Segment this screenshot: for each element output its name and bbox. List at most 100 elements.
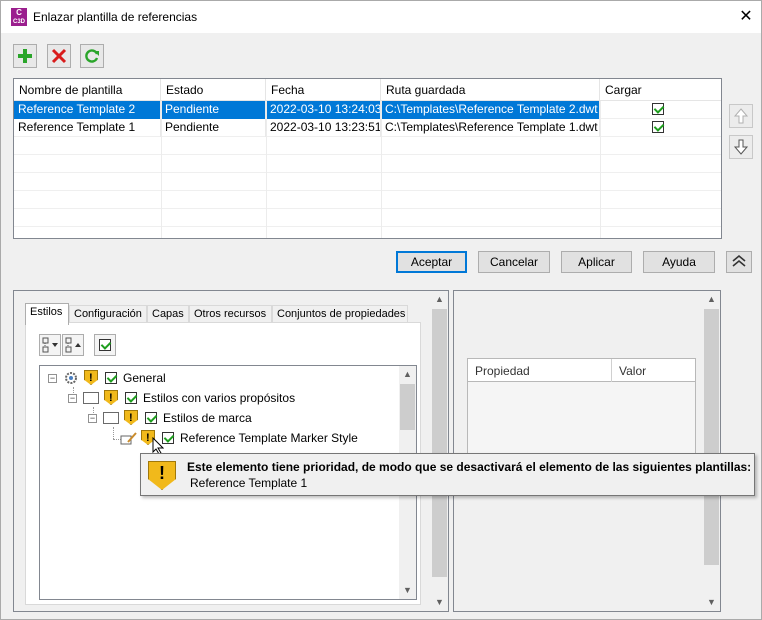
marker-style-icon (120, 432, 137, 445)
column-header-name[interactable]: Nombre de plantilla (14, 79, 161, 101)
close-icon[interactable]: ✕ (734, 5, 758, 29)
tree-node-label: Reference Template Marker Style (180, 431, 358, 445)
apply-button[interactable]: Aplicar (561, 251, 632, 273)
warning-icon (84, 370, 98, 385)
app-icon-subtext: C3D (12, 19, 25, 25)
node-checkbox[interactable] (145, 412, 157, 424)
scroll-down-icon[interactable]: ▼ (399, 582, 416, 599)
app-icon-letter: C (16, 8, 22, 17)
table-header: Nombre de plantilla Estado Fecha Ruta gu… (14, 79, 721, 101)
delete-x-icon (51, 48, 67, 64)
move-up-button[interactable] (729, 104, 753, 128)
empty-row (14, 137, 721, 155)
column-header-value[interactable]: Valor (612, 359, 696, 383)
expand-tree-icon (42, 337, 58, 353)
move-down-button[interactable] (729, 135, 753, 159)
scroll-up-icon[interactable]: ▲ (399, 366, 416, 383)
gear-icon (65, 372, 77, 384)
column-header-status[interactable]: Estado (161, 79, 266, 101)
scroll-down-icon[interactable]: ▼ (703, 594, 720, 611)
panel-scrollbar[interactable]: ▲ ▼ (431, 291, 448, 611)
scroll-down-icon[interactable]: ▼ (431, 594, 448, 611)
title-bar: C C3D Enlazar plantilla de referencias ✕ (1, 1, 761, 33)
cell-name: Reference Template 1 (14, 119, 161, 137)
refresh-button[interactable] (80, 44, 104, 68)
add-template-button[interactable] (13, 44, 37, 68)
node-checkbox[interactable] (105, 372, 117, 384)
column-divider (266, 101, 267, 238)
empty-row (14, 191, 721, 209)
tree-node-label: Estilos con varios propósitos (143, 391, 296, 405)
plus-icon (18, 49, 32, 63)
arrow-up-icon (733, 108, 749, 124)
cancel-button[interactable]: Cancelar (478, 251, 550, 273)
cell-date: 2022-03-10 13:23:51 (266, 119, 381, 137)
column-header-property[interactable]: Propiedad (468, 359, 612, 383)
column-header-date[interactable]: Fecha (266, 79, 381, 101)
column-divider (600, 101, 601, 238)
double-chevron-up-icon (732, 254, 746, 267)
column-header-load[interactable]: Cargar (600, 79, 719, 101)
templates-table: Nombre de plantilla Estado Fecha Ruta gu… (13, 78, 722, 239)
column-header-path[interactable]: Ruta guardada (381, 79, 600, 101)
empty-row (14, 173, 721, 191)
check-all-button[interactable] (94, 334, 116, 356)
scroll-thumb[interactable] (400, 384, 415, 430)
table-row[interactable]: Reference Template 2 Pendiente 2022-03-1… (14, 101, 721, 119)
accept-button[interactable]: Aceptar (396, 251, 467, 273)
column-divider (381, 101, 382, 238)
cell-load (600, 119, 719, 137)
arrow-down-icon (733, 139, 749, 155)
tree-line (113, 427, 114, 439)
warning-icon (148, 461, 176, 490)
tree-node-label: General (123, 371, 166, 385)
scroll-thumb[interactable] (432, 309, 447, 577)
node-checkbox[interactable] (125, 392, 137, 404)
cell-status: Pendiente (161, 101, 266, 119)
collapse-toggle-icon[interactable]: − (48, 374, 57, 383)
window-title: Enlazar plantilla de referencias (33, 10, 198, 24)
priority-tooltip: Este elemento tiene prioridad, de modo q… (140, 453, 755, 496)
cell-status: Pendiente (161, 119, 266, 137)
properties-header: Propiedad Valor (467, 358, 696, 383)
tooltip-item: Reference Template 1 (190, 476, 308, 490)
table-row[interactable]: Reference Template 1 Pendiente 2022-03-1… (14, 119, 721, 137)
properties-scrollbar[interactable]: ▲ ▼ (703, 291, 720, 611)
cell-load (600, 101, 719, 119)
delete-template-button[interactable] (47, 44, 71, 68)
empty-row (14, 209, 721, 227)
cell-path: C:\Templates\Reference Template 1.dwt (381, 119, 600, 137)
refresh-icon (85, 49, 99, 63)
help-button[interactable]: Ayuda (643, 251, 715, 273)
warning-icon (124, 410, 138, 425)
checkbox-icon (99, 339, 111, 351)
folder-open-icon (83, 392, 99, 404)
cell-path: C:\Templates\Reference Template 2.dwt (381, 101, 600, 119)
dialog-window: C C3D Enlazar plantilla de referencias ✕… (0, 0, 762, 620)
collapse-all-button[interactable] (62, 334, 84, 356)
load-checkbox[interactable] (652, 103, 664, 115)
tooltip-title: Este elemento tiene prioridad, de modo q… (187, 460, 752, 474)
tree-node-marker-styles[interactable]: − Estilos de marca (88, 409, 288, 427)
expand-all-button[interactable] (39, 334, 61, 356)
tree-node-general[interactable]: − General (48, 369, 188, 387)
collapse-button[interactable] (726, 251, 752, 273)
scroll-thumb[interactable] (704, 309, 719, 565)
tab-estilos[interactable]: Estilos (25, 303, 69, 325)
warning-icon (104, 390, 118, 405)
collapse-tree-icon (65, 337, 81, 353)
collapse-toggle-icon[interactable]: − (68, 394, 77, 403)
empty-row (14, 155, 721, 173)
column-divider (161, 101, 162, 238)
tree-node-label: Estilos de marca (163, 411, 252, 425)
load-checkbox[interactable] (652, 121, 664, 133)
cell-date: 2022-03-10 13:24:03 (266, 101, 381, 119)
scroll-up-icon[interactable]: ▲ (431, 291, 448, 308)
folder-open-icon (103, 412, 119, 424)
tree-node-multipurpose[interactable]: − Estilos con varios propósitos (68, 389, 328, 407)
scroll-up-icon[interactable]: ▲ (703, 291, 720, 308)
collapse-toggle-icon[interactable]: − (88, 414, 97, 423)
app-icon: C C3D (11, 8, 27, 26)
properties-grid (467, 382, 696, 462)
cell-name: Reference Template 2 (14, 101, 161, 119)
